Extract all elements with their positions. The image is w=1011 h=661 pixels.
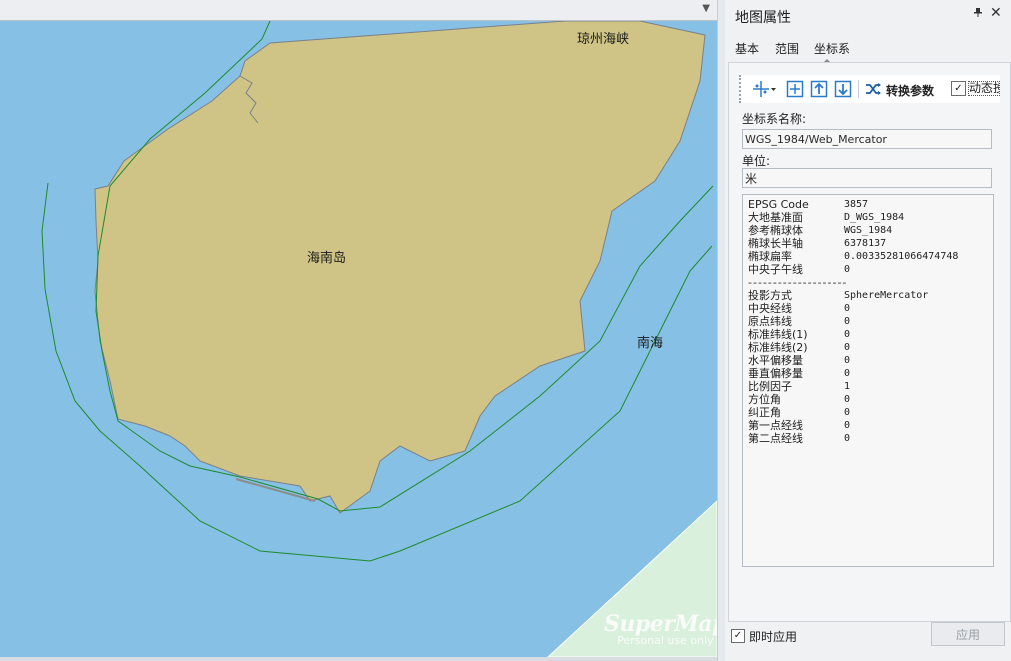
tab-extent[interactable]: 范围 bbox=[775, 40, 799, 57]
toolbar-separator bbox=[858, 80, 859, 98]
info-row: 中央子午线 0 bbox=[748, 263, 851, 276]
info-row: 椭球扁率 0.00335281066474748 bbox=[748, 250, 959, 263]
projection-row: 纠正角 0 bbox=[748, 406, 851, 419]
apply-immediately-label[interactable]: 即时应用 bbox=[749, 628, 797, 645]
tab-bar: 基本 范围 坐标系 bbox=[725, 40, 1011, 63]
info-row: 椭球长半轴 6378137 bbox=[748, 237, 887, 250]
projection-row: 垂直偏移量 0 bbox=[748, 367, 851, 380]
label-hainan-island: 海南岛 bbox=[307, 251, 347, 266]
projection-row: 第一点经线 0 bbox=[748, 419, 851, 432]
unit-label: 单位: bbox=[742, 154, 771, 168]
coordinate-toolbar: 转换参数 ✓ 动态投影 bbox=[739, 75, 1000, 103]
tab-basic[interactable]: 基本 bbox=[735, 40, 759, 57]
map-window-header: ▼ bbox=[0, 0, 718, 21]
info-row: EPSG Code 3857 bbox=[748, 198, 869, 211]
scroll-down-arrow-icon[interactable]: ▼ bbox=[702, 3, 710, 14]
export-icon[interactable] bbox=[833, 79, 853, 99]
dynamic-projection-checkbox[interactable]: ✓ bbox=[951, 81, 966, 96]
info-row: 大地基准面 D_WGS_1984 bbox=[748, 211, 905, 224]
projection-row: 第二点经线 0 bbox=[748, 432, 851, 445]
tab-coordinate-system[interactable]: 坐标系 bbox=[814, 40, 850, 57]
apply-button[interactable]: 应用 bbox=[931, 622, 1005, 646]
supermap-watermark: SuperMap Personal use only bbox=[604, 611, 717, 647]
close-icon[interactable]: ✕ bbox=[990, 5, 1002, 21]
unit-field[interactable]: 米 bbox=[742, 168, 992, 188]
coordinate-system-page: 转换参数 ✓ 动态投影 坐标系名称: WGS_1984/Web_Mercator… bbox=[728, 62, 1011, 622]
extent-icon[interactable] bbox=[785, 79, 805, 99]
label-qiongzhou-strait: 琼州海峡 bbox=[577, 32, 630, 47]
shuffle-icon[interactable] bbox=[863, 79, 883, 99]
watermark-subtitle: Personal use only bbox=[617, 634, 714, 647]
projection-row: 标准纬线(1) 0 bbox=[748, 328, 851, 341]
convert-parameters-button[interactable]: 转换参数 bbox=[886, 82, 934, 99]
import-icon[interactable] bbox=[809, 79, 829, 99]
map-view[interactable]: 琼州海峡 海南岛 南海 SuperMap Personal use only bbox=[0, 21, 717, 657]
projection-row: 原点纬线 0 bbox=[748, 315, 851, 328]
coordinate-system-icon[interactable] bbox=[751, 79, 777, 99]
projection-row: 中央经线 0 bbox=[748, 302, 851, 315]
projection-row: 水平偏移量 0 bbox=[748, 354, 851, 367]
projection-row: 方位角 0 bbox=[748, 393, 851, 406]
pin-icon[interactable] bbox=[973, 7, 983, 20]
projection-row: 比例因子 1 bbox=[748, 380, 851, 393]
label-south-sea: 南海 bbox=[637, 336, 664, 351]
apply-immediately-checkbox[interactable]: ✓ bbox=[731, 629, 745, 643]
info-separator: -------------------- bbox=[748, 276, 848, 289]
coordinate-name-field[interactable]: WGS_1984/Web_Mercator bbox=[742, 129, 992, 149]
projection-row: 投影方式 SphereMercator bbox=[748, 289, 929, 302]
projection-row: 标准纬线(2) 0 bbox=[748, 341, 851, 354]
map-properties-panel: 地图属性 ✕ 基本 范围 坐标系 转换参数 ✓ 动态 坐标系名称: WGS_19… bbox=[725, 0, 1011, 661]
dynamic-projection-label[interactable]: 动态投影 bbox=[968, 81, 1000, 96]
coordinate-info-box[interactable]: EPSG Code 3857 大地基准面 D_WGS_1984 参考椭球体 WGS_1… bbox=[742, 194, 994, 567]
map-canvas bbox=[41, 21, 717, 657]
coordinate-name-label: 坐标系名称: bbox=[742, 112, 807, 126]
info-row: 参考椭球体 WGS_1984 bbox=[748, 224, 893, 237]
panel-title: 地图属性 bbox=[735, 10, 791, 26]
map-status-strip bbox=[0, 657, 718, 661]
hainan-island-land bbox=[94, 21, 706, 514]
